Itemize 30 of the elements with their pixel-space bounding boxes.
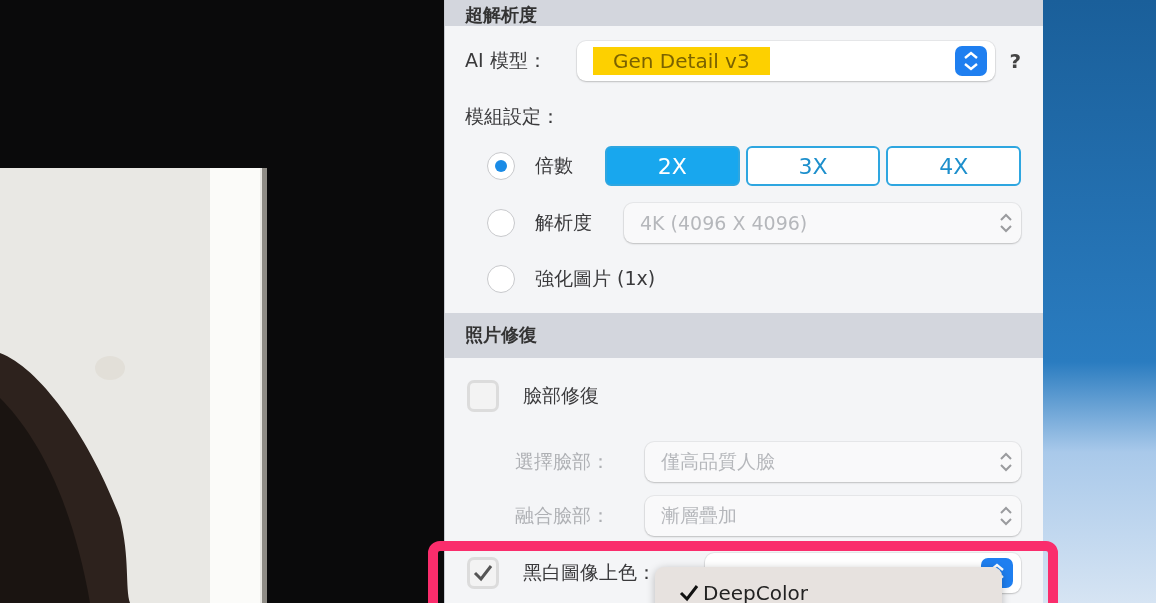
checkbox[interactable] (467, 557, 499, 590)
scale-button[interactable]: 3X (745, 146, 881, 187)
ai-model-label: AI 模型： (465, 47, 548, 73)
select-value: 僅高品質人臉 (661, 448, 775, 474)
section-title: 照片修復 (465, 324, 537, 347)
stepper-icon (999, 211, 1013, 234)
select-value: 4K (4096 X 4096) (640, 211, 808, 234)
stepper-icon (999, 450, 1013, 473)
field-label: 融合臉部： (515, 503, 611, 529)
radio-button[interactable] (487, 152, 515, 181)
radio-button[interactable] (487, 265, 515, 294)
module-settings-label: 模組設定： (465, 103, 560, 129)
option-label: 強化圖片 (1x) (535, 266, 656, 292)
checkbox-label: 臉部修復 (523, 383, 600, 408)
stepper-icon (999, 505, 1013, 528)
select-value: 漸層疊加 (661, 503, 737, 529)
option-label: 倍數 (535, 153, 573, 179)
checkbox-label: 黑白圖像上色： (523, 560, 657, 586)
stepper-icon (955, 45, 988, 76)
field-label: 選擇臉部： (515, 448, 611, 474)
help-icon[interactable]: ? (1009, 48, 1021, 73)
scale-button[interactable]: 4X (886, 146, 1021, 187)
ai-model-value: Gen Detail v3 (593, 46, 770, 75)
option-label: 解析度 (535, 209, 592, 235)
check-icon (473, 564, 493, 583)
checkbox[interactable] (467, 380, 499, 412)
check-icon (679, 584, 699, 602)
section-title: 超解析度 (465, 3, 537, 26)
scale-button[interactable]: 2X (605, 146, 740, 187)
ai-model-select[interactable]: Gen Detail v3 (577, 40, 996, 81)
